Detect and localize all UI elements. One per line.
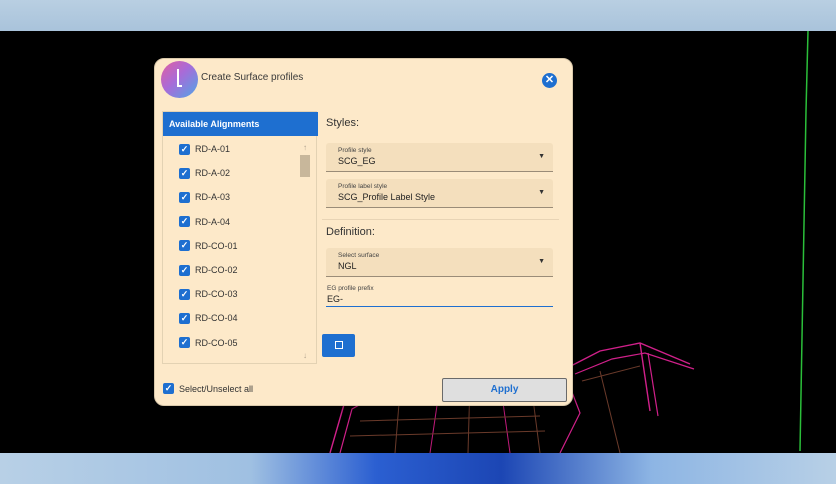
dropdown-caret-icon: ▼ [538,189,545,196]
alignment-item-label: RD-CO-02 [195,265,238,275]
create-surface-profiles-dialog: Create Surface profiles ✕ Available Alig… [154,58,573,406]
app-logo-icon [161,61,198,98]
scroll-down-arrow-icon[interactable]: ↓ [299,350,311,361]
alignment-item[interactable]: ✓ RD-CO-03 [179,287,238,301]
desktop-wallpaper-strip [0,453,836,484]
checkbox-checked-icon: ✓ [163,383,174,394]
alignment-item[interactable]: ✓ RD-CO-04 [179,311,238,325]
checkbox-checked-icon[interactable]: ✓ [179,191,190,203]
eg-profile-prefix-input[interactable]: EG profile prefix EG- [326,283,553,307]
checkbox-checked-icon[interactable]: ✓ [179,143,190,155]
alignment-item[interactable]: ✓ RD-CO-01 [179,239,238,253]
alignment-item-label: RD-A-04 [195,216,231,227]
apply-button[interactable]: Apply [442,378,567,402]
select-all-label: Select/Unselect all [179,383,254,394]
profile-style-label: Profile style [338,147,372,154]
alignment-item-label: RD-A-02 [195,168,231,179]
profile-label-style-value: SCG_Profile Label Style [338,192,436,202]
alignment-item-label: RD-CO-01 [195,240,238,251]
select-surface-select[interactable]: Select surface NGL ▼ [326,248,553,277]
checkbox-checked-icon[interactable]: ✓ [179,240,190,252]
checkbox-checked-icon[interactable]: ✓ [179,167,190,179]
select-all-checkbox[interactable]: ✓ Select/Unselect all [163,383,253,394]
cad-green-line [799,30,809,452]
alignment-item-label: RD-A-03 [195,192,231,203]
close-icon[interactable]: ✕ [542,73,557,88]
alignments-scrollbar[interactable]: ↑ ↓ [299,142,311,362]
eg-profile-prefix-label: EG profile prefix [327,285,374,292]
alignments-list[interactable]: ✓ RD-A-01 ✓ RD-A-02 ✓ RD-A-03 ✓ RD-A-04 ✓ RD-CO-0… [163,140,318,364]
alignment-item[interactable]: ✓ RD-CO-02 [179,263,238,277]
window-top-strip [0,0,836,31]
styles-heading: Styles: [326,117,360,129]
profile-style-select[interactable]: Profile style SCG_EG ▼ [326,143,553,172]
square-action-button[interactable] [322,334,355,357]
alignment-item-label: RD-CO-03 [195,289,238,300]
checkbox-checked-icon[interactable]: ✓ [179,288,190,300]
eg-profile-prefix-value: EG- [327,294,344,304]
scroll-up-arrow-icon[interactable]: ↑ [299,142,311,153]
alignment-item[interactable]: ✓ RD-CO-05 [179,336,238,350]
dropdown-caret-icon: ▼ [538,153,545,160]
select-surface-value: NGL [338,261,357,271]
checkbox-checked-icon[interactable]: ✓ [179,312,190,324]
scroll-thumb[interactable] [300,155,310,177]
profile-style-value: SCG_EG [338,156,376,166]
alignment-item[interactable]: ✓ RD-A-04 [179,215,230,229]
alignments-list-header: Available Alignments [163,112,318,136]
section-divider [322,219,559,220]
square-icon [335,341,343,349]
dialog-title: Create Surface profiles [201,72,304,83]
alignment-item-label: RD-CO-04 [195,313,238,324]
alignments-list-panel: Available Alignments ✓ RD-A-01 ✓ RD-A-02 ✓ RD… [162,111,318,364]
select-surface-label: Select surface [338,252,380,259]
alignment-item[interactable]: ✓ RD-A-02 [179,166,230,180]
checkbox-checked-icon[interactable]: ✓ [179,216,190,228]
definition-heading: Definition: [326,226,375,238]
dropdown-caret-icon: ▼ [538,258,545,265]
checkbox-checked-icon[interactable]: ✓ [179,264,190,276]
checkbox-checked-icon[interactable]: ✓ [179,337,190,349]
alignment-item[interactable]: ✓ RD-A-01 [179,142,230,156]
alignment-item-label: RD-A-01 [195,144,231,154]
alignment-item[interactable]: ✓ RD-A-03 [179,190,230,204]
profile-label-style-label: Profile label style [338,183,388,190]
profile-label-style-select[interactable]: Profile label style SCG_Profile Label St… [326,179,553,208]
alignment-item-label: RD-CO-05 [195,337,238,348]
